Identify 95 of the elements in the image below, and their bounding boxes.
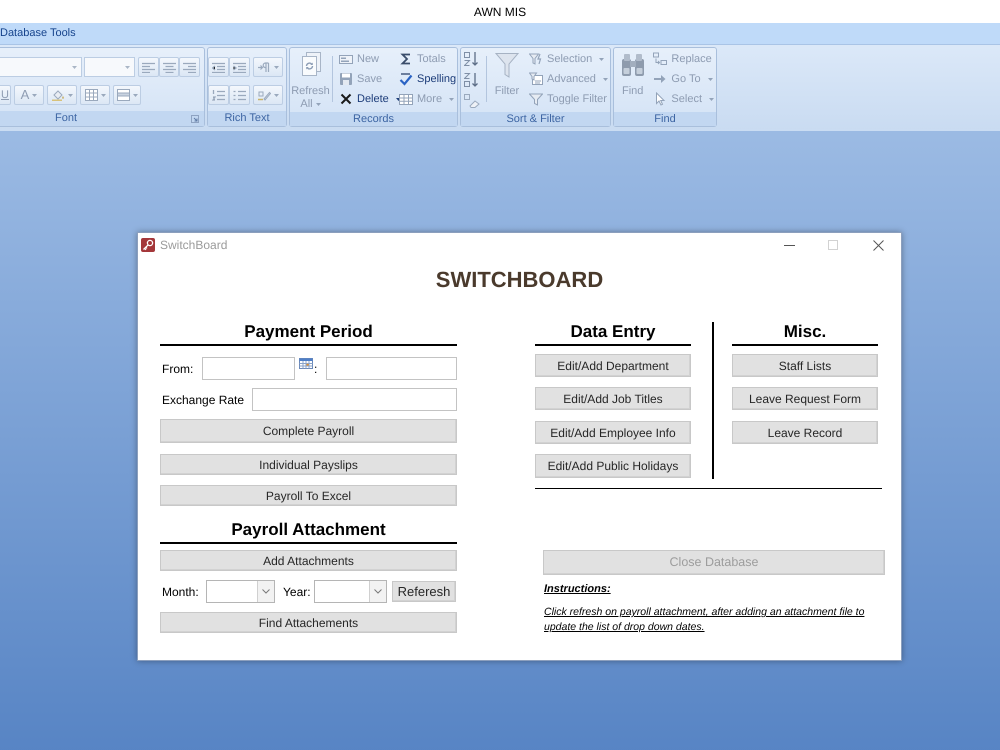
align-right-icon (183, 62, 196, 72)
toolbar-button[interactable] (113, 85, 141, 105)
toolbar-button[interactable] (208, 85, 229, 105)
section-heading: Payment Period (244, 322, 373, 342)
caret-icon (72, 66, 77, 68)
align-center-icon (162, 62, 176, 72)
command-button[interactable]: Leave Request Form (732, 387, 878, 410)
check-mark-icon (399, 72, 413, 86)
window-title: AWN MIS (474, 4, 526, 20)
input-field[interactable] (252, 388, 457, 411)
grid-icon (84, 89, 98, 101)
row-shading-icon (116, 89, 130, 101)
font-size-field[interactable] (84, 57, 135, 77)
ribbon-tab[interactable]: Database Tools (0, 27, 76, 40)
input-field[interactable] (202, 357, 295, 380)
dropdown-field[interactable] (206, 580, 275, 603)
group-label: Rich Text (224, 112, 270, 125)
funnel-icon (495, 52, 519, 78)
close-icon[interactable] (873, 240, 884, 250)
caret-icon (100, 94, 106, 96)
toolbar-button[interactable] (47, 85, 77, 105)
outdent-icon (212, 62, 225, 72)
group-label: Records (353, 112, 394, 126)
command-button[interactable]: Leave Record (732, 421, 878, 444)
sort-arrow-icon[interactable] (464, 52, 480, 66)
key-icon (141, 238, 155, 252)
toolbar-button[interactable] (253, 85, 283, 105)
command-button[interactable]: Edit/Add Public Holidays (535, 454, 691, 478)
table-grid-icon (399, 92, 413, 106)
toolbar-button[interactable] (229, 57, 250, 77)
numbered-list-icon (212, 90, 225, 100)
right-arrow-icon (653, 72, 668, 86)
caret-icon (68, 94, 72, 96)
dropdown-field[interactable] (314, 580, 387, 603)
command-button[interactable]: Find Attachements (160, 612, 457, 633)
instructions-text: Click refresh on payroll attachment, after adding an attachment file to update the list of drop down dates. (544, 605, 866, 635)
caret-icon (132, 94, 138, 96)
sigma-icon (399, 52, 413, 66)
input-field[interactable] (326, 357, 457, 380)
x-icon (339, 92, 353, 106)
filter-form-icon (529, 72, 543, 86)
caret-icon (274, 66, 278, 68)
funnel-icon (529, 92, 543, 106)
sort-arrow-icon[interactable] (464, 73, 480, 87)
command-button[interactable]: Referesh (392, 581, 456, 602)
indent-icon (233, 62, 246, 72)
dialog-launcher-icon[interactable] (191, 115, 199, 123)
binoculars-icon (620, 52, 646, 78)
form-title: SWITCHBOARD (436, 266, 604, 294)
paint-bucket-icon (52, 89, 64, 101)
highlighter-icon (258, 90, 270, 100)
caret-icon (274, 94, 278, 96)
chevron-down-icon (374, 589, 382, 594)
sort-clear-icon[interactable] (464, 94, 480, 108)
command-button[interactable]: Edit/Add Employee Info (535, 421, 691, 444)
field-label: Exchange Rate (161, 392, 246, 408)
section-heading: Data Entry (570, 322, 656, 342)
funnel-lightning-icon (529, 52, 543, 66)
toolbar-button[interactable] (253, 57, 283, 77)
section-heading: Misc. (784, 322, 826, 342)
paragraph-direction-icon (258, 62, 270, 72)
group-label: Sort & Filter (506, 112, 565, 126)
ribbon-button[interactable]: Spelling (397, 69, 457, 89)
toolbar-button[interactable] (229, 85, 250, 105)
caret-icon (125, 66, 130, 68)
pointer-icon (653, 92, 668, 106)
command-button[interactable]: Edit/Add Job Titles (535, 387, 691, 410)
field-label: From: (161, 360, 194, 378)
section-heading: Payroll Attachment (231, 520, 386, 540)
chevron-down-icon (262, 589, 270, 594)
toolbar-button[interactable] (179, 57, 200, 77)
command-button[interactable]: Staff Lists (732, 354, 878, 377)
field-label: Month: (161, 584, 200, 600)
ribbon-button[interactable]: Delete (337, 89, 395, 109)
toolbar-button[interactable] (80, 85, 110, 105)
command-button[interactable]: Edit/Add Department (535, 354, 691, 377)
toolbar-button[interactable] (138, 57, 159, 77)
caret-icon (32, 94, 38, 96)
group-label: Find (654, 112, 676, 126)
command-button[interactable]: Individual Payslips (160, 454, 457, 475)
bulleted-list-icon (233, 90, 246, 100)
instructions-heading: Instructions: (544, 582, 611, 597)
field-label: : (314, 360, 318, 378)
align-left-icon (142, 62, 155, 72)
calendar-icon[interactable] (299, 358, 313, 369)
toolbar-button[interactable] (159, 57, 179, 77)
group-label: Font (54, 112, 77, 125)
field-label: Year: (283, 584, 312, 600)
command-button[interactable]: Complete Payroll (160, 419, 457, 443)
dialog-title: SwitchBoard (160, 237, 228, 254)
swap-arrow-icon (653, 52, 668, 66)
toolbar-button[interactable] (208, 57, 229, 77)
command-button[interactable]: Payroll To Excel (160, 485, 457, 506)
command-button[interactable]: Add Attachments (160, 550, 457, 571)
form-icon (339, 52, 353, 66)
